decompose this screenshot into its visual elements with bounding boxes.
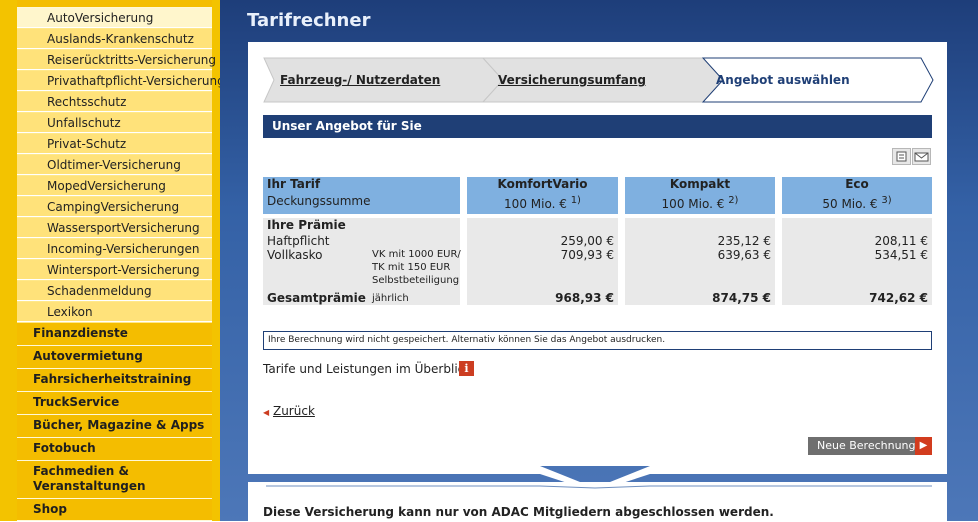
sidebar-item-unfallschutz[interactable]: Unfallschutz bbox=[17, 113, 212, 133]
sidebar-item-wassersport[interactable]: WassersportVersicherung bbox=[17, 218, 212, 238]
back-link[interactable]: ◀ Zurück bbox=[263, 404, 315, 418]
step-2-link[interactable]: Versicherungsumfang bbox=[498, 58, 646, 102]
sidebar-item-privathaftpflicht[interactable]: Privathaftpflicht-Versicherung bbox=[17, 71, 225, 91]
new-calculation-button[interactable]: Neue Berechnung ▶ bbox=[808, 437, 932, 455]
vk-note-line-3: Selbstbeteiligung bbox=[372, 275, 460, 286]
header-deckungssumme: Deckungssumme bbox=[267, 194, 371, 208]
mail-icon[interactable] bbox=[912, 148, 931, 165]
footnote-kompakt[interactable]: 2) bbox=[728, 195, 738, 206]
sidebar-item-camping[interactable]: CampingVersicherung bbox=[17, 197, 212, 217]
step-3-current: Angebot auswählen bbox=[716, 73, 850, 87]
sidebar-item-fahrsicherheitstraining[interactable]: Fahrsicherheitstraining bbox=[17, 369, 212, 392]
sidebar-item-privat-schutz[interactable]: Privat-Schutz bbox=[17, 134, 212, 154]
sidebar-item-auslands-krankenschutz[interactable]: Auslands-Krankenschutz bbox=[17, 29, 212, 49]
print-icon-paper bbox=[896, 151, 907, 162]
row-label-total: Gesamtprämie bbox=[267, 291, 366, 305]
plan-name-eco: Eco bbox=[845, 177, 869, 191]
coverage-value-komfortvario: 100 Mio. € bbox=[504, 197, 567, 211]
sidebar-item-buecher[interactable]: Bücher, Magazine & Apps bbox=[17, 415, 212, 438]
footnote-komfortvario[interactable]: 1) bbox=[571, 195, 581, 206]
footer-note: Diese Versicherung kann nur von ADAC Mit… bbox=[263, 505, 774, 519]
not-saved-note: Ihre Berechnung wird nicht gespeichert. … bbox=[263, 331, 932, 350]
sidebar-item-lexikon[interactable]: Lexikon bbox=[17, 302, 212, 322]
total-komfortvario: 968,93 € bbox=[555, 291, 614, 305]
back-link-label: Zurück bbox=[272, 404, 315, 418]
sidebar-item-schadenmeldung[interactable]: Schadenmeldung bbox=[17, 281, 212, 301]
panel-pointer bbox=[248, 466, 947, 492]
sidebar-parent-item-cut[interactable] bbox=[17, 0, 212, 8]
coverage-value-eco: 50 Mio. € bbox=[822, 197, 878, 211]
sidebar-item-incoming[interactable]: Incoming-Versicherungen bbox=[17, 239, 212, 259]
sidebar-item-moped[interactable]: MopedVersicherung bbox=[17, 176, 212, 196]
step-2-label: Versicherungsumfang bbox=[498, 73, 646, 87]
haftpflicht-komfortvario: 259,00 € bbox=[560, 234, 614, 248]
sidebar-item-rechtsschutz[interactable]: Rechtsschutz bbox=[17, 92, 212, 112]
sidebar-item-finanzdienste[interactable]: Finanzdienste bbox=[17, 323, 212, 346]
vollkasko-kompakt: 639,63 € bbox=[717, 248, 771, 262]
sidebar-item-wintersport[interactable]: Wintersport-Versicherung bbox=[17, 260, 212, 280]
info-icon[interactable]: i bbox=[459, 361, 474, 376]
total-eco: 742,62 € bbox=[869, 291, 928, 305]
premium-title: Ihre Prämie bbox=[267, 218, 346, 232]
page-title: Tarifrechner bbox=[247, 10, 371, 31]
vollkasko-komfortvario: 709,93 € bbox=[560, 248, 614, 262]
sidebar-item-autoversicherung[interactable]: AutoVersicherung bbox=[17, 8, 212, 28]
haftpflicht-eco: 208,11 € bbox=[874, 234, 928, 248]
sidebar-item-fachmedien[interactable]: Fachmedien & Veranstaltungen bbox=[17, 461, 212, 499]
step-1-link[interactable]: Fahrzeug-/ Nutzerdaten bbox=[280, 58, 440, 102]
sidebar-item-oldtimer[interactable]: Oldtimer-Versicherung bbox=[17, 155, 212, 175]
vk-note-line-2: TK mit 150 EUR bbox=[372, 262, 451, 273]
vollkasko-eco: 534,51 € bbox=[874, 248, 928, 262]
coverage-kompakt: 100 Mio. € 2) bbox=[625, 194, 775, 211]
plan-name-kompakt: Kompakt bbox=[669, 177, 731, 191]
plan-name-komfortvario: KomfortVario bbox=[497, 177, 588, 191]
total-period: jährlich bbox=[372, 293, 409, 304]
coverage-value-kompakt: 100 Mio. € bbox=[661, 197, 725, 211]
sidebar-item-truckservice[interactable]: TruckService bbox=[17, 392, 212, 415]
row-label-haftpflicht: Haftpflicht bbox=[267, 234, 330, 248]
arrow-right-icon: ▶ bbox=[915, 437, 932, 455]
offer-heading: Unser Angebot für Sie bbox=[263, 115, 932, 138]
total-kompakt: 874,75 € bbox=[712, 291, 771, 305]
coverage-eco: 50 Mio. € 3) bbox=[782, 194, 932, 211]
sidebar-item-autovermietung[interactable]: Autovermietung bbox=[17, 346, 212, 369]
new-calculation-label: Neue Berechnung bbox=[817, 439, 916, 452]
sidebar-item-fotobuch[interactable]: Fotobuch bbox=[17, 438, 212, 461]
overview-link[interactable]: Tarife und Leistungen im Überblick bbox=[263, 362, 471, 376]
haftpflicht-kompakt: 235,12 € bbox=[717, 234, 771, 248]
sidebar-item-reiseruecktritt[interactable]: Reiserücktritts-Versicherung bbox=[17, 50, 216, 70]
print-icon[interactable] bbox=[892, 148, 911, 165]
header-ihr-tarif: Ihr Tarif bbox=[267, 177, 321, 191]
back-arrow-icon: ◀ bbox=[263, 408, 270, 417]
sidebar-item-shop[interactable]: Shop bbox=[17, 499, 212, 521]
step-1-label: Fahrzeug-/ Nutzerdaten bbox=[280, 73, 441, 87]
vk-note-line-1: VK mit 1000 EUR/ bbox=[372, 249, 461, 260]
coverage-komfortvario: 100 Mio. € 1) bbox=[467, 194, 618, 211]
footnote-eco[interactable]: 3) bbox=[881, 195, 891, 206]
row-label-vollkasko: Vollkasko bbox=[267, 248, 323, 262]
